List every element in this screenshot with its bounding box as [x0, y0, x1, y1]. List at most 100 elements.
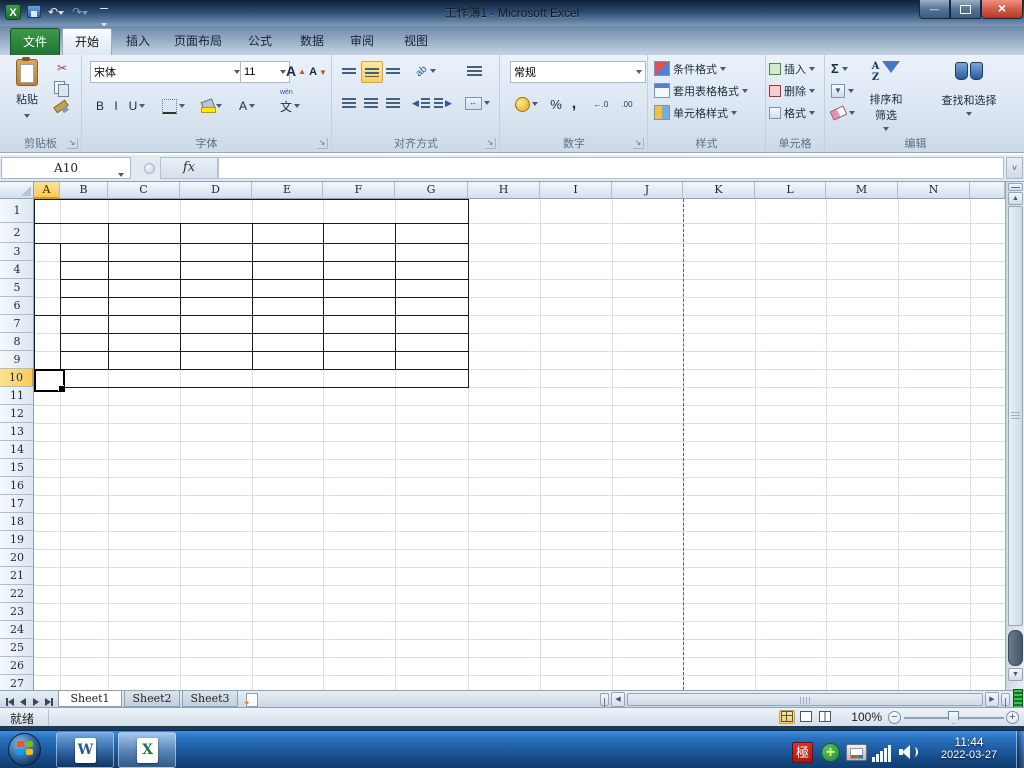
orientation-button[interactable]: ab: [411, 61, 441, 81]
split-box-horizontal[interactable]: [600, 693, 609, 707]
show-desktop-button[interactable]: [1016, 731, 1024, 768]
row-header-27[interactable]: 27: [0, 675, 33, 690]
number-dialog-launcher-icon[interactable]: ↘: [633, 138, 644, 149]
align-right-icon[interactable]: [383, 93, 403, 113]
increase-indent-icon[interactable]: ▶: [433, 93, 453, 113]
sheet-tab-Sheet2[interactable]: Sheet2: [124, 691, 180, 707]
align-left-icon[interactable]: [339, 93, 359, 113]
minimize-window-button[interactable]: —: [919, 0, 950, 19]
clear-button[interactable]: [829, 103, 855, 122]
taskbar-clock[interactable]: 11:44 2022-03-27: [925, 735, 1013, 761]
page-break-view-icon[interactable]: [817, 710, 833, 724]
customize-qat-icon[interactable]: [96, 4, 112, 27]
align-bottom-icon[interactable]: [383, 61, 403, 81]
copy-icon[interactable]: [54, 81, 70, 97]
zoom-out-icon[interactable]: −: [888, 711, 901, 724]
row-header-23[interactable]: 23: [0, 603, 33, 621]
column-header-G[interactable]: G: [395, 182, 468, 199]
taskbar-word-button[interactable]: W: [56, 732, 114, 768]
row-header-10[interactable]: 10: [0, 369, 33, 387]
tab-数据[interactable]: 数据: [288, 28, 336, 55]
column-header-E[interactable]: E: [252, 182, 323, 199]
row-header-25[interactable]: 25: [0, 639, 33, 657]
excel-app-icon[interactable]: X: [5, 4, 21, 20]
row-header-2[interactable]: 2: [0, 223, 33, 243]
tab-公式[interactable]: 公式: [236, 28, 284, 55]
zoom-in-icon[interactable]: +: [1006, 711, 1019, 724]
row-header-13[interactable]: 13: [0, 423, 33, 441]
column-header-C[interactable]: C: [108, 182, 180, 199]
align-top-icon[interactable]: [339, 61, 359, 81]
zoom-level[interactable]: 100%: [842, 710, 882, 724]
save-icon[interactable]: [27, 5, 41, 18]
bold-button[interactable]: B: [92, 95, 108, 117]
row-header-9[interactable]: 9: [0, 351, 33, 369]
scroll-down-icon[interactable]: ▼: [1008, 668, 1023, 681]
insert-cells-button[interactable]: 插入: [769, 59, 815, 78]
column-header-I[interactable]: I: [540, 182, 612, 199]
conditional-formatting-button[interactable]: 条件格式: [654, 59, 726, 78]
undo-icon[interactable]: ↶: [46, 4, 66, 20]
row-header-3[interactable]: 3: [0, 243, 33, 261]
name-box[interactable]: A10: [1, 157, 131, 179]
fill-handle[interactable]: [58, 385, 64, 391]
number-format-combo[interactable]: 常规: [510, 61, 646, 83]
wrap-text-icon[interactable]: [461, 61, 487, 81]
accounting-format-button[interactable]: [510, 93, 542, 115]
phonetic-guide-button[interactable]: wén 文: [272, 89, 308, 117]
font-name-combo[interactable]: 宋体: [90, 61, 244, 83]
column-header-N[interactable]: N: [898, 182, 970, 199]
row-header-20[interactable]: 20: [0, 549, 33, 567]
delete-cells-button[interactable]: 删除: [769, 81, 815, 100]
row-header-17[interactable]: 17: [0, 495, 33, 513]
column-header-A[interactable]: A: [34, 182, 60, 199]
autosum-button[interactable]: Σ: [831, 59, 848, 78]
antivirus-tray-icon[interactable]: +: [821, 743, 840, 762]
increase-decimal-icon[interactable]: ←.0: [589, 93, 613, 115]
first-sheet-icon[interactable]: [4, 693, 16, 706]
cut-icon[interactable]: ✂: [50, 61, 74, 77]
row-header-5[interactable]: 5: [0, 279, 33, 297]
horizontal-scroll-thumb[interactable]: [627, 693, 983, 706]
row-header-24[interactable]: 24: [0, 621, 33, 639]
decrease-indent-icon[interactable]: ◀: [411, 93, 431, 113]
row-header-22[interactable]: 22: [0, 585, 33, 603]
italic-button[interactable]: I: [110, 95, 122, 117]
format-painter-icon[interactable]: [52, 99, 72, 117]
paste-button[interactable]: 粘贴: [8, 57, 46, 125]
clipboard-dialog-launcher-icon[interactable]: ↘: [67, 138, 78, 149]
column-header-B[interactable]: B: [60, 182, 108, 199]
comma-style-icon[interactable]: ,: [567, 93, 581, 115]
volume-icon[interactable]: [899, 744, 918, 760]
grow-font-button[interactable]: A ▲: [286, 61, 306, 81]
alignment-dialog-launcher-icon[interactable]: ↘: [485, 138, 496, 149]
cell-styles-button[interactable]: 单元格样式: [654, 103, 737, 122]
align-middle-icon[interactable]: [361, 61, 383, 83]
tab-审阅[interactable]: 审阅: [338, 28, 386, 55]
resize-grip[interactable]: [1013, 689, 1023, 708]
row-header-19[interactable]: 19: [0, 531, 33, 549]
formula-input[interactable]: [218, 157, 1004, 179]
sheet-grid[interactable]: [34, 199, 1005, 690]
row-header-1[interactable]: 1: [0, 199, 33, 223]
printer-tray-icon[interactable]: [846, 744, 867, 761]
percent-style-icon[interactable]: %: [547, 93, 565, 115]
fill-button[interactable]: ▼: [831, 81, 854, 100]
row-header-8[interactable]: 8: [0, 333, 33, 351]
sheet-tab-Sheet3[interactable]: Sheet3: [182, 691, 238, 707]
sheet-tab-Sheet1[interactable]: Sheet1: [58, 691, 122, 707]
tab-开始[interactable]: 开始: [62, 28, 113, 56]
row-header-12[interactable]: 12: [0, 405, 33, 423]
format-as-table-button[interactable]: 套用表格格式: [654, 81, 748, 100]
last-sheet-icon[interactable]: [43, 693, 55, 706]
maximize-window-button[interactable]: [950, 0, 981, 19]
ime-tray-icon[interactable]: 極: [792, 742, 813, 763]
row-header-11[interactable]: 11: [0, 387, 33, 405]
row-header-16[interactable]: 16: [0, 477, 33, 495]
borders-button[interactable]: [158, 95, 188, 117]
row-header-7[interactable]: 7: [0, 315, 33, 333]
column-header-M[interactable]: M: [826, 182, 898, 199]
name-box-resize-dot[interactable]: [144, 163, 155, 174]
taskbar-excel-button[interactable]: X: [118, 732, 176, 768]
row-header-18[interactable]: 18: [0, 513, 33, 531]
